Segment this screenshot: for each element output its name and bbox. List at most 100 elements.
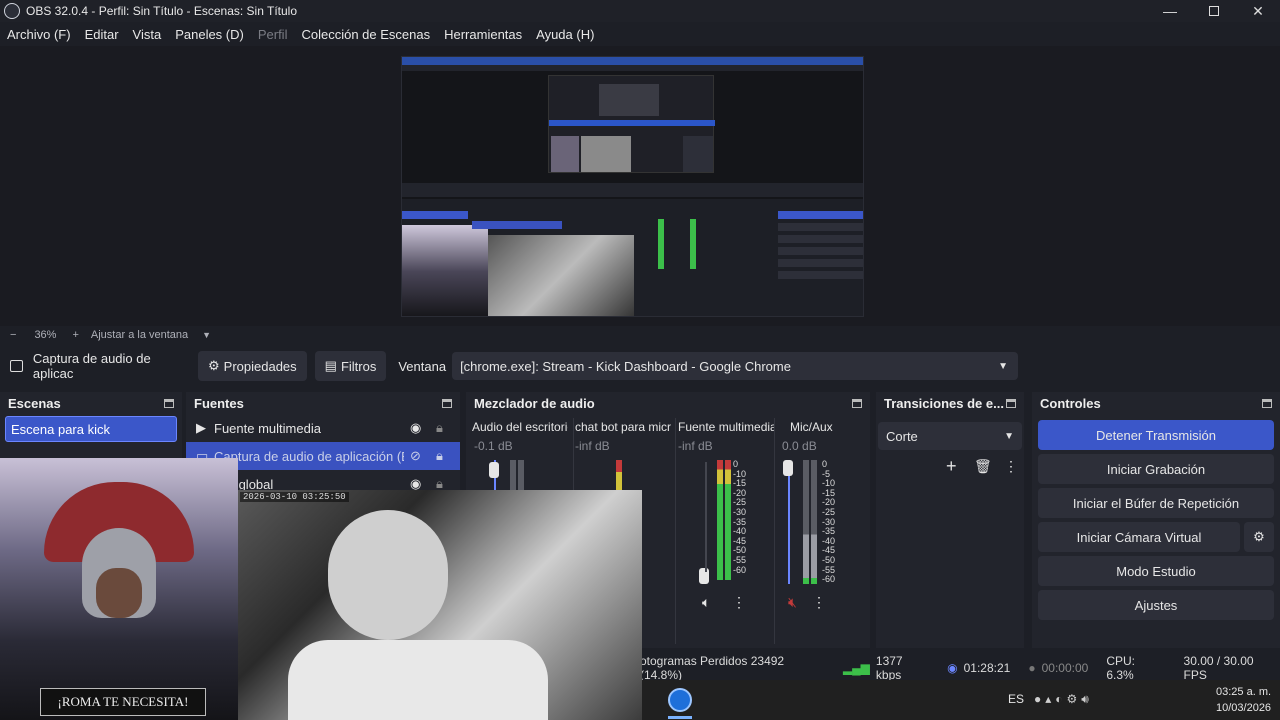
chevron-down-icon[interactable]: ▼ (202, 330, 211, 340)
float-dock-icon[interactable] (1262, 398, 1272, 408)
gear-icon: ⚙ (1253, 529, 1265, 544)
signal-icon: ▂▄▆ (842, 661, 870, 675)
tray-icons[interactable]: ●▴◐⚙🔊︎ (1034, 692, 1093, 707)
trash-icon: 🗑︎ (974, 458, 992, 474)
webcam-overlay: 2026-03-10 03:25:50 (238, 490, 642, 720)
add-transition-button[interactable]: + (946, 456, 957, 477)
record-icon: ● (1028, 661, 1036, 675)
properties-button[interactable]: ⚙ Propiedades (198, 351, 307, 381)
mixer-header: Mezclador de audio (466, 392, 870, 414)
plus-icon: + (946, 456, 957, 476)
selected-source: Captura de audio de aplicac (0, 351, 190, 381)
window-label: Ventana (398, 358, 447, 374)
webcam-timestamp: 2026-03-10 03:25:50 (240, 492, 349, 502)
transitions-header: Transiciones de e... (876, 392, 1024, 414)
scenes-dock: Escenas Escena para kick (0, 392, 182, 458)
lock-icon[interactable]: 🔒︎ (436, 420, 443, 436)
scenes-header: Escenas (0, 392, 182, 414)
studio-mode-button[interactable]: Modo Estudio (1038, 556, 1274, 586)
maximize-button[interactable] (1192, 0, 1236, 22)
transitions-dock: Transiciones de e... Corte ▼ + 🗑︎ ⋮ (876, 392, 1024, 648)
db-scale: 0 -5 -10 -15 -20 -25 -30 -35 -40 -45 -50 -55 -60 (822, 459, 836, 585)
filters-button[interactable]: ▤ Filtros (314, 351, 387, 381)
clock-time[interactable]: 03:25 a. m. (1216, 686, 1271, 698)
volume-fader[interactable] (699, 568, 709, 584)
kebab-menu-icon: ⋮ (1004, 458, 1018, 474)
status-bar: otogramas Perdidos 23492 (14.8%) ▂▄▆ 137… (640, 654, 1280, 682)
scene-item[interactable]: Escena para kick (5, 416, 177, 442)
minimize-button[interactable]: — (1148, 0, 1192, 22)
close-icon: ✕ (1252, 2, 1264, 19)
settings-button[interactable]: Ajustes (1038, 590, 1274, 620)
zoom-in-button[interactable]: + (72, 329, 78, 341)
obs-logo-icon (4, 3, 20, 19)
bitrate: 1377 kbps (875, 654, 903, 682)
cpu-usage: CPU: 6.3% (1106, 654, 1135, 682)
menu-archivo[interactable]: Archivo (F) (7, 27, 71, 42)
menu-editar[interactable]: Editar (85, 27, 119, 42)
chevron-down-icon: ▼ (998, 360, 1009, 372)
menu-vista[interactable]: Vista (133, 27, 162, 42)
filter-icon: ▤ (324, 358, 337, 373)
face (96, 568, 142, 618)
db-scale: 0 -10 -15 -20 -25 -30 -35 -40 -45 -50 -55 -60 (733, 459, 747, 575)
start-replay-buffer-button[interactable]: Iniciar el Búfer de Repetición (1038, 488, 1274, 518)
volume-fader[interactable] (489, 462, 499, 478)
muted-speaker-icon[interactable]: 🔇︎ (788, 594, 797, 611)
clock-date[interactable]: 10/03/2026 (1216, 702, 1271, 714)
transition-select[interactable]: Corte ▼ (878, 422, 1022, 450)
channel-name: Fuente multimedia (678, 420, 774, 434)
kebab-menu-icon[interactable]: ⋮ (812, 594, 826, 611)
zoom-value: 36% (34, 329, 57, 341)
float-dock-icon[interactable] (164, 398, 174, 408)
float-dock-icon[interactable] (442, 398, 452, 408)
menu-ayuda[interactable]: Ayuda (H) (536, 27, 594, 42)
minimize-icon: — (1163, 3, 1177, 19)
stop-streaming-button[interactable]: Detener Transmisión (1038, 420, 1274, 450)
zoom-out-button[interactable]: − (10, 329, 16, 341)
window-select[interactable]: [chrome.exe]: Stream - Kick Dashboard - … (452, 352, 1019, 380)
title-bar: OBS 32.0.4 - Perfil: Sin Título - Escena… (0, 0, 1280, 22)
eye-icon[interactable]: ◉ (410, 420, 421, 436)
start-recording-button[interactable]: Iniciar Grabación (1038, 454, 1274, 484)
eye-off-icon[interactable]: ⊘ (410, 448, 421, 464)
controls-dock: Controles Detener Transmisión Iniciar Gr… (1032, 392, 1280, 648)
start-virtual-camera-button[interactable]: Iniciar Cámara Virtual (1038, 522, 1240, 552)
app-icon[interactable] (668, 688, 692, 712)
menu-bar: Archivo (F) Editar Vista Paneles (D) Per… (0, 22, 1280, 46)
taskbar: ES ●▴◐⚙🔊︎ 03:25 a. m. 10/03/2026 (640, 680, 1280, 720)
speaker-icon (10, 360, 23, 372)
language-indicator[interactable]: ES (1008, 692, 1024, 706)
channel-db: -inf dB (678, 439, 713, 453)
play-icon: ▶ (196, 420, 206, 435)
virtual-camera-settings-button[interactable]: ⚙ (1244, 522, 1274, 552)
float-dock-icon[interactable] (852, 398, 862, 408)
person-body (288, 640, 548, 720)
channel-db: -inf dB (575, 439, 610, 453)
record-time: 00:00:00 (1041, 661, 1089, 675)
source-toolbar: Captura de audio de aplicac ⚙ Propiedade… (0, 350, 1280, 382)
poster-caption: ¡ROMA TE NECESITA! (40, 688, 206, 716)
close-button[interactable]: ✕ (1236, 0, 1280, 22)
channel-name: Mic/Aux (790, 420, 833, 434)
fit-to-window-label[interactable]: Ajustar a la ventana (91, 329, 188, 341)
preview-canvas[interactable] (401, 56, 864, 317)
stream-icon: ◉ (947, 661, 958, 675)
float-dock-icon[interactable] (1006, 398, 1016, 408)
restore-icon (1209, 6, 1219, 16)
speaker-icon[interactable]: 🔈︎ (702, 594, 710, 611)
transition-menu-button[interactable]: ⋮ (1004, 458, 1018, 475)
menu-perfil[interactable]: Perfil (258, 27, 288, 42)
channel-db: 0.0 dB (782, 439, 817, 453)
roma-poster-overlay: ¡ROMA TE NECESITA! (0, 458, 238, 720)
lock-icon[interactable]: 🔒︎ (436, 448, 443, 464)
menu-paneles[interactable]: Paneles (D) (175, 27, 244, 42)
menu-herramientas[interactable]: Herramientas (444, 27, 522, 42)
remove-transition-button[interactable]: 🗑︎ (974, 458, 992, 475)
kebab-menu-icon[interactable]: ⋮ (732, 594, 746, 611)
channel-name: chat bot para micro (575, 420, 671, 434)
source-item[interactable]: ▶ Fuente multimedia ◉ 🔒︎ (186, 414, 460, 442)
menu-coleccion[interactable]: Colección de Escenas (301, 27, 430, 42)
volume-fader[interactable] (783, 460, 793, 476)
channel-name: Audio del escritoric (472, 420, 568, 434)
